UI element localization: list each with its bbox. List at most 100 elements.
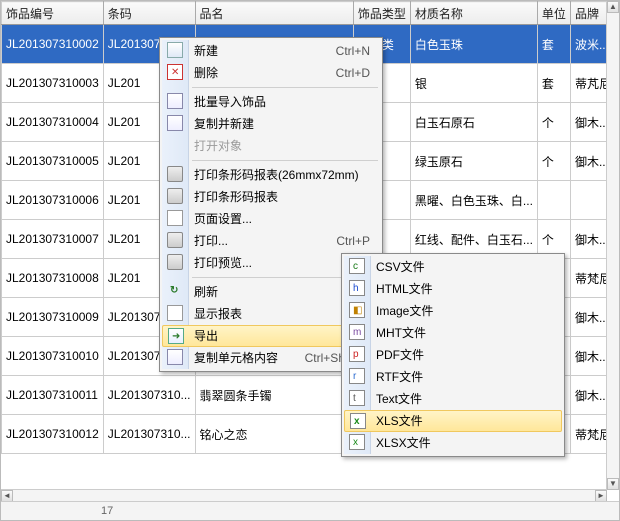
copy-icon [167, 349, 183, 365]
submenu-xlsx[interactable]: XLSX文件 [344, 432, 562, 454]
cell-brand[interactable]: 御木... [570, 376, 607, 415]
rtf-file-icon [349, 368, 365, 384]
printer-icon [167, 166, 183, 182]
menu-batch-import-label: 批量导入饰品 [194, 95, 266, 109]
cell-unit[interactable]: 个 [537, 142, 570, 181]
cell-material[interactable]: 白色玉珠 [410, 25, 537, 64]
menu-new-shortcut: Ctrl+N [336, 43, 370, 59]
submenu-text[interactable]: Text文件 [344, 388, 562, 410]
cell-brand[interactable]: 御木... [570, 298, 607, 337]
vertical-scrollbar[interactable]: ▲ ▼ [606, 1, 619, 490]
cell-unit[interactable]: 套 [537, 25, 570, 64]
submenu-xls-label: XLS文件 [376, 414, 423, 428]
submenu-csv[interactable]: CSV文件 [344, 256, 562, 278]
menu-refresh-label: 刷新 [194, 285, 218, 299]
refresh-icon [167, 283, 183, 299]
menu-page-setup[interactable]: 页面设置... [162, 208, 380, 230]
status-bar: 17 [1, 501, 619, 520]
cell-unit[interactable]: 套 [537, 64, 570, 103]
pdf-file-icon [349, 346, 365, 362]
menu-page-setup-label: 页面设置... [194, 212, 252, 226]
cell-id[interactable]: JL201307310006 [2, 181, 104, 220]
export-icon [168, 328, 184, 344]
cell-material[interactable]: 绿玉原石 [410, 142, 537, 181]
new-icon [167, 42, 183, 58]
submenu-xlsx-label: XLSX文件 [376, 436, 431, 450]
printer-icon [167, 232, 183, 248]
page-icon [167, 210, 183, 226]
submenu-image[interactable]: Image文件 [344, 300, 562, 322]
menu-delete[interactable]: 删除 Ctrl+D [162, 62, 380, 84]
export-submenu[interactable]: CSV文件 HTML文件 Image文件 MHT文件 PDF文件 RTF文件 T… [341, 253, 565, 457]
submenu-xls[interactable]: XLS文件 [344, 410, 562, 432]
copy-icon [167, 115, 183, 131]
menu-copy-cell-label: 复制单元格内容 [194, 351, 278, 365]
scroll-down-button[interactable]: ▼ [607, 478, 619, 490]
cell-brand[interactable]: 蒂梵尼 [570, 415, 607, 454]
menu-print-barcode-26[interactable]: 打印条形码报表(26mmx72mm) [162, 164, 380, 186]
col-unit[interactable]: 单位 [537, 2, 570, 25]
cell-unit[interactable]: 个 [537, 103, 570, 142]
cell-code[interactable]: JL201307310... [103, 376, 195, 415]
menu-print-barcode[interactable]: 打印条形码报表 [162, 186, 380, 208]
report-icon [167, 305, 183, 321]
menu-delete-shortcut: Ctrl+D [336, 65, 370, 81]
image-file-icon [349, 302, 365, 318]
cell-id[interactable]: JL201307310008 [2, 259, 104, 298]
record-count: 17 [1, 505, 113, 517]
cell-id[interactable]: JL201307310007 [2, 220, 104, 259]
cell-id[interactable]: JL201307310003 [2, 64, 104, 103]
col-name[interactable]: 品名 [195, 2, 353, 25]
cell-brand[interactable]: 御木... [570, 337, 607, 376]
menu-print-preview-label: 打印预览... [194, 256, 252, 270]
cell-brand[interactable]: 蒂芃尼 [570, 64, 607, 103]
cell-brand[interactable] [570, 181, 607, 220]
menu-print-barcode-label: 打印条形码报表 [194, 190, 278, 204]
cell-unit[interactable] [537, 181, 570, 220]
cell-id[interactable]: JL201307310011 [2, 376, 104, 415]
submenu-rtf[interactable]: RTF文件 [344, 366, 562, 388]
cell-id[interactable]: JL201307310009 [2, 298, 104, 337]
header-row[interactable]: 饰品编号 条码 品名 饰品类型 材质名称 单位 品牌 图片 [2, 2, 608, 25]
submenu-mht-label: MHT文件 [376, 326, 426, 340]
menu-print-shortcut: Ctrl+P [336, 233, 370, 249]
col-id[interactable]: 饰品编号 [2, 2, 104, 25]
menu-copy-new[interactable]: 复制并新建 [162, 113, 380, 135]
col-type[interactable]: 饰品类型 [353, 2, 410, 25]
cell-brand[interactable]: 御木... [570, 142, 607, 181]
cell-code[interactable]: JL201307310... [103, 415, 195, 454]
submenu-html[interactable]: HTML文件 [344, 278, 562, 300]
cell-id[interactable]: JL201307310004 [2, 103, 104, 142]
submenu-mht[interactable]: MHT文件 [344, 322, 562, 344]
cell-material[interactable]: 银 [410, 64, 537, 103]
scroll-up-button[interactable]: ▲ [607, 1, 619, 13]
cell-id[interactable]: JL201307310012 [2, 415, 104, 454]
menu-print-label: 打印... [194, 234, 228, 248]
submenu-pdf[interactable]: PDF文件 [344, 344, 562, 366]
cell-id[interactable]: JL201307310010 [2, 337, 104, 376]
menu-batch-import[interactable]: 批量导入饰品 [162, 91, 380, 113]
menu-delete-label: 删除 [194, 66, 218, 80]
cell-id[interactable]: JL201307310002 [2, 25, 104, 64]
cell-material[interactable]: 白玉石原石 [410, 103, 537, 142]
menu-open-object: 打开对象 [162, 135, 380, 157]
submenu-pdf-label: PDF文件 [376, 348, 424, 362]
submenu-rtf-label: RTF文件 [376, 370, 423, 384]
col-material[interactable]: 材质名称 [410, 2, 537, 25]
cell-material[interactable]: 黑曜、白色玉珠、白... [410, 181, 537, 220]
col-code[interactable]: 条码 [103, 2, 195, 25]
cell-name[interactable]: 铭心之恋 [195, 415, 353, 454]
submenu-csv-label: CSV文件 [376, 260, 425, 274]
menu-print[interactable]: 打印... Ctrl+P [162, 230, 380, 252]
menu-export-label: 导出 [194, 329, 218, 343]
menu-copy-new-label: 复制并新建 [194, 117, 254, 131]
cell-id[interactable]: JL201307310005 [2, 142, 104, 181]
cell-brand[interactable]: 御木... [570, 103, 607, 142]
text-file-icon [349, 390, 365, 406]
col-brand[interactable]: 品牌 [570, 2, 607, 25]
cell-brand[interactable]: 蒂梵尼 [570, 259, 607, 298]
cell-brand[interactable]: 波米... [570, 25, 607, 64]
cell-name[interactable]: 翡翠圆条手镯 [195, 376, 353, 415]
menu-new[interactable]: 新建Ctrl+N [162, 40, 380, 62]
cell-brand[interactable]: 御木... [570, 220, 607, 259]
